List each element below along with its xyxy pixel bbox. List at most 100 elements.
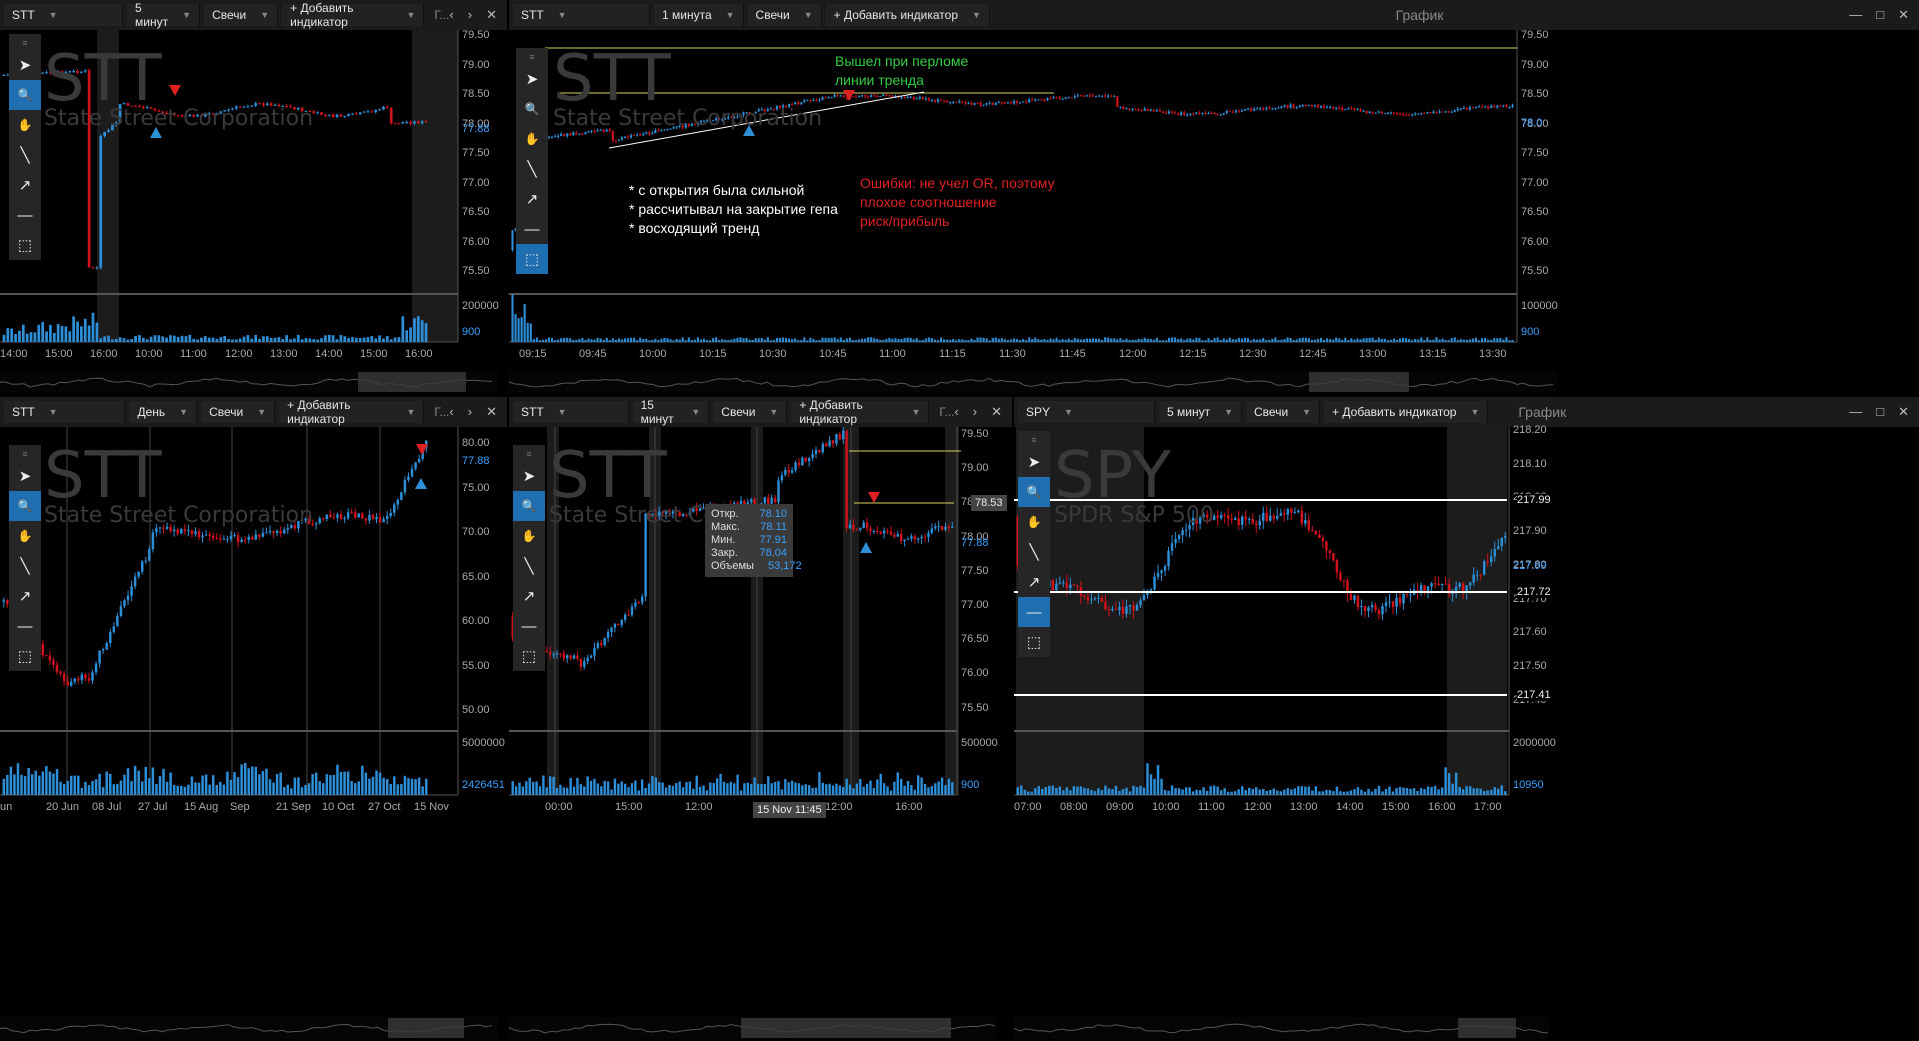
next-icon[interactable]: ›	[973, 404, 977, 420]
volume-bar	[1380, 338, 1383, 342]
hand-icon[interactable]: ✋	[1018, 507, 1050, 537]
candle-body	[197, 531, 201, 538]
zoom-icon[interactable]: 🔍	[513, 491, 545, 521]
navigator-handle[interactable]	[1458, 1018, 1516, 1038]
cursor-icon[interactable]: ➤	[9, 50, 41, 80]
style-select[interactable]: Свечи ▼	[1246, 401, 1321, 423]
navigator-handle[interactable]	[1309, 372, 1409, 392]
prev-icon[interactable]: ‹	[954, 404, 958, 420]
line-icon[interactable]: ╲	[1018, 537, 1050, 567]
add-indicator-button[interactable]: + Добавить индикатор ▼	[279, 398, 425, 426]
volume-bar	[1286, 788, 1290, 795]
navigator-scrollbar[interactable]	[509, 1017, 997, 1039]
toolbar-grip[interactable]: ≡	[9, 36, 41, 50]
cursor-icon[interactable]: ➤	[9, 461, 41, 491]
hline-icon[interactable]: —	[1018, 597, 1050, 627]
minimize-icon[interactable]: —	[1849, 404, 1862, 420]
rect-icon[interactable]: ⬚	[9, 641, 41, 671]
hand-icon[interactable]: ✋	[513, 521, 545, 551]
cursor-icon[interactable]: ➤	[1018, 447, 1050, 477]
volume-bar	[658, 782, 661, 795]
ticker-select[interactable]: STT ▼	[513, 401, 629, 423]
candle-body	[576, 655, 579, 659]
arrow-icon[interactable]: ↗	[1018, 567, 1050, 597]
interval-select[interactable]: День ▼	[129, 401, 198, 423]
prev-icon[interactable]: ‹	[449, 404, 453, 420]
toolbar-grip[interactable]: ≡	[1018, 433, 1050, 447]
zoom-icon[interactable]: 🔍	[1018, 477, 1050, 507]
add-indicator-button[interactable]: + Добавить индикатор ▼	[1324, 401, 1489, 423]
close-icon[interactable]: ✕	[1898, 404, 1909, 420]
volume-bar	[1321, 791, 1325, 795]
line-icon[interactable]: ╲	[516, 154, 548, 184]
navigator-handle[interactable]	[358, 372, 466, 392]
close-icon[interactable]: ✕	[486, 7, 497, 23]
line-icon[interactable]: ╲	[9, 551, 41, 581]
interval-select[interactable]: 1 минута ▼	[654, 4, 744, 26]
price-tick-label: 79.50	[462, 29, 490, 41]
navigator-handle[interactable]	[388, 1018, 464, 1038]
toolbar-grip[interactable]: ≡	[516, 50, 548, 64]
close-icon[interactable]: ✕	[486, 404, 497, 420]
next-icon[interactable]: ›	[468, 404, 472, 420]
volume-bar	[617, 783, 620, 795]
candle-body	[385, 515, 389, 520]
rect-icon[interactable]: ⬚	[516, 244, 548, 274]
next-icon[interactable]: ›	[468, 7, 472, 23]
cursor-icon[interactable]: ➤	[513, 461, 545, 491]
add-indicator-button[interactable]: + Добавить индикатор ▼	[791, 398, 930, 426]
add-indicator-button[interactable]: + Добавить индикатор ▼	[282, 1, 425, 29]
prev-icon[interactable]: ‹	[449, 7, 453, 23]
style-select[interactable]: Свечи ▼	[201, 401, 276, 423]
toolbar-grip[interactable]: ≡	[9, 447, 41, 461]
style-select[interactable]: Свечи ▼	[204, 4, 279, 26]
candle-body	[1465, 107, 1468, 110]
navigator-handle[interactable]	[741, 1018, 951, 1038]
style-select[interactable]: Свечи ▼	[747, 4, 822, 26]
add-indicator-button[interactable]: + Добавить индикатор ▼	[825, 4, 990, 26]
rect-icon[interactable]: ⬚	[513, 641, 545, 671]
rect-icon[interactable]: ⬚	[9, 230, 41, 260]
interval-label: 5 минут	[1167, 405, 1211, 419]
candle-body	[639, 134, 642, 136]
volume-bar	[528, 777, 531, 795]
ticker-select[interactable]: SPY ▼	[1018, 401, 1155, 423]
cursor-icon[interactable]: ➤	[516, 64, 548, 94]
interval-select[interactable]: 5 минут ▼	[1159, 401, 1243, 423]
arrow-icon[interactable]: ↗	[513, 581, 545, 611]
arrow-icon[interactable]: ↗	[9, 170, 41, 200]
navigator-scrollbar[interactable]	[0, 371, 498, 393]
ticker-select[interactable]: STT ▼	[4, 401, 126, 423]
zoom-icon[interactable]: 🔍	[9, 491, 41, 521]
hline-icon[interactable]: —	[9, 200, 41, 230]
hline-icon[interactable]: —	[516, 214, 548, 244]
close-icon[interactable]: ✕	[991, 404, 1002, 420]
line-icon[interactable]: ╲	[9, 140, 41, 170]
rect-icon[interactable]: ⬚	[1018, 627, 1050, 657]
ticker-select[interactable]: STT ▼	[513, 4, 650, 26]
arrow-icon[interactable]: ↗	[516, 184, 548, 214]
line-icon[interactable]: ╲	[513, 551, 545, 581]
hand-icon[interactable]: ✋	[9, 110, 41, 140]
zoom-icon[interactable]: 🔍	[516, 94, 548, 124]
hline-icon[interactable]: —	[513, 611, 545, 641]
ticker-select[interactable]: STT ▼	[4, 4, 123, 26]
volume-bar	[828, 783, 831, 795]
toolbar-grip[interactable]: ≡	[513, 447, 545, 461]
hand-icon[interactable]: ✋	[516, 124, 548, 154]
interval-select[interactable]: 15 минут ▼	[632, 398, 710, 426]
maximize-icon[interactable]: □	[1876, 404, 1884, 420]
navigator-scrollbar[interactable]	[509, 371, 1557, 393]
zoom-icon[interactable]: 🔍	[9, 80, 41, 110]
arrow-icon[interactable]: ↗	[9, 581, 41, 611]
minimize-icon[interactable]: —	[1849, 7, 1862, 23]
interval-select[interactable]: 5 минут ▼	[126, 1, 201, 29]
volume-bar	[1251, 788, 1254, 795]
navigator-scrollbar[interactable]	[0, 1017, 498, 1039]
style-select[interactable]: Свечи ▼	[713, 401, 788, 423]
close-icon[interactable]: ✕	[1898, 7, 1909, 23]
maximize-icon[interactable]: □	[1876, 7, 1884, 23]
navigator-scrollbar[interactable]	[1014, 1017, 1549, 1039]
hline-icon[interactable]: —	[9, 611, 41, 641]
hand-icon[interactable]: ✋	[9, 521, 41, 551]
